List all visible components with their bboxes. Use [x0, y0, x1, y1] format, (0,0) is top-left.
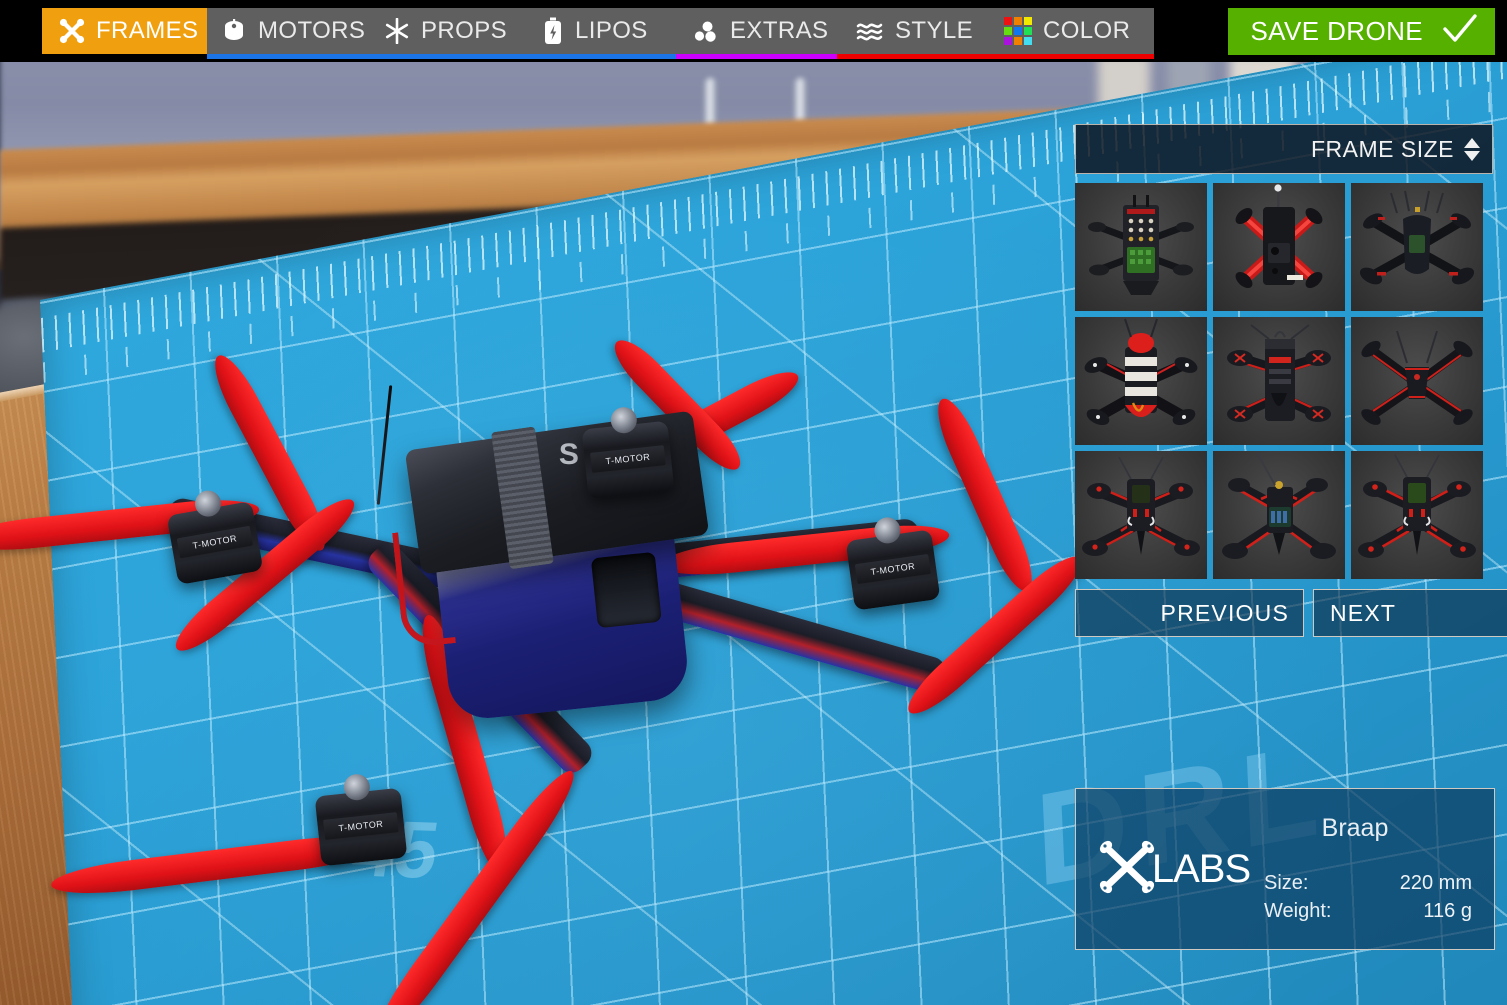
tab-extras[interactable]: EXTRAS	[676, 8, 839, 59]
next-label: NEXT	[1330, 599, 1397, 626]
tab-props[interactable]: PROPS	[370, 8, 543, 59]
frame-thumb-5[interactable]	[1213, 317, 1345, 445]
propeller-blade	[928, 392, 1042, 598]
motor-bell	[342, 772, 372, 802]
battery-bolt-icon	[542, 17, 564, 45]
tab-underline	[370, 54, 526, 59]
motor-icon	[221, 18, 247, 44]
frame-thumb-9[interactable]	[1351, 451, 1483, 579]
fpv-camera	[590, 551, 662, 629]
spec-row-weight: Weight: 116 g	[1254, 897, 1472, 925]
spec-weight-value: 116 g	[1423, 899, 1472, 922]
drone-frame-icon	[59, 18, 85, 44]
antenna	[376, 385, 393, 505]
three-dots-icon	[693, 18, 719, 44]
next-button[interactable]: NEXT	[1313, 589, 1507, 637]
tab-underline	[990, 54, 1154, 59]
tab-extras-label: EXTRAS	[730, 17, 829, 44]
frame-thumb-7[interactable]	[1075, 451, 1207, 579]
frame-thumb-8[interactable]	[1213, 451, 1345, 579]
motor-front-right: T-MOTOR	[845, 515, 941, 611]
frame-thumb-3[interactable]	[1351, 183, 1483, 311]
propeller-asterisk-icon	[384, 18, 410, 44]
previous-button[interactable]: PREVIOUS	[1075, 589, 1304, 637]
motor-bell	[192, 488, 224, 519]
pagination-row: PREVIOUS NEXT	[1075, 589, 1507, 637]
frame-selector-panel: FRAME SIZE PREVIOUS NEXT	[1075, 124, 1507, 637]
drone-model[interactable]: S T-MOTOR T-MOTOR T-MOTOR T-MOTOR	[0, 330, 1091, 1005]
tab-style[interactable]: STYLE	[837, 8, 1015, 59]
top-navigation-bar: FRAMES MOTORS PROPS LIPOS EXTRAS STYLE C…	[0, 0, 1507, 62]
sort-updown-icon[interactable]	[1464, 137, 1480, 161]
chevron-right-icon	[1503, 594, 1507, 633]
motor-brand-label: T-MOTOR	[854, 553, 931, 585]
tab-lipos-label: LIPOS	[575, 17, 648, 44]
tab-color-label: COLOR	[1043, 17, 1131, 44]
motor-rear-right: T-MOTOR	[581, 405, 675, 500]
battery-strap	[491, 426, 554, 570]
frame-info-card: LABS Braap Size: 220 mm Weight: 116 g	[1075, 788, 1495, 950]
color-swatch-grid-icon	[1004, 17, 1032, 45]
motor-brand-label: T-MOTOR	[323, 812, 399, 840]
tab-props-label: PROPS	[421, 17, 508, 44]
tab-underline	[207, 54, 371, 59]
frame-thumb-1[interactable]	[1075, 183, 1207, 311]
spec-row-size: Size: 220 mm	[1254, 869, 1472, 897]
frame-thumb-6[interactable]	[1351, 317, 1483, 445]
frame-size-sort-control[interactable]: FRAME SIZE	[1075, 124, 1493, 174]
tab-underline	[524, 54, 682, 59]
motor-brand-label: T-MOTOR	[590, 445, 666, 473]
brand-lockup: LABS	[1076, 839, 1254, 900]
brand-label: LABS	[1151, 846, 1251, 891]
mat-number: 60	[87, 992, 186, 1005]
tab-motors[interactable]: MOTORS	[207, 8, 388, 59]
save-drone-button[interactable]: SAVE DRONE	[1228, 8, 1495, 55]
checkmark-icon	[1443, 14, 1477, 49]
tab-color[interactable]: COLOR	[990, 8, 1154, 59]
tab-frames-label: FRAMES	[96, 17, 199, 44]
battery-label: S	[558, 437, 581, 471]
previous-label: PREVIOUS	[1160, 599, 1289, 626]
frame-specs: Braap Size: 220 mm Weight: 116 g	[1254, 814, 1494, 925]
frame-name: Braap	[1321, 813, 1389, 842]
tab-style-label: STYLE	[895, 17, 974, 44]
frame-size-label: FRAME SIZE	[1310, 135, 1454, 162]
save-drone-label: SAVE DRONE	[1250, 16, 1423, 46]
frame-thumb-2[interactable]	[1213, 183, 1345, 311]
motor-rear-left: T-MOTOR	[166, 488, 264, 585]
tab-frames[interactable]: FRAMES	[42, 8, 215, 54]
tab-lipos[interactable]: LIPOS	[524, 8, 699, 59]
frame-thumb-4[interactable]	[1075, 317, 1207, 445]
spec-weight-key: Weight:	[1264, 899, 1332, 922]
frame-thumbnail-grid	[1075, 183, 1493, 579]
tab-underline	[676, 54, 839, 59]
waves-icon	[856, 19, 884, 43]
motor-brand-label: T-MOTOR	[176, 525, 254, 559]
motor-bell	[609, 405, 639, 435]
tab-underline	[837, 54, 998, 59]
tab-motors-label: MOTORS	[258, 17, 366, 44]
spec-size-value: 220 mm	[1399, 871, 1472, 894]
spec-size-key: Size:	[1264, 871, 1309, 894]
xlabs-drone-logo-icon	[1098, 839, 1156, 900]
motor-front-left: T-MOTOR	[314, 772, 408, 867]
